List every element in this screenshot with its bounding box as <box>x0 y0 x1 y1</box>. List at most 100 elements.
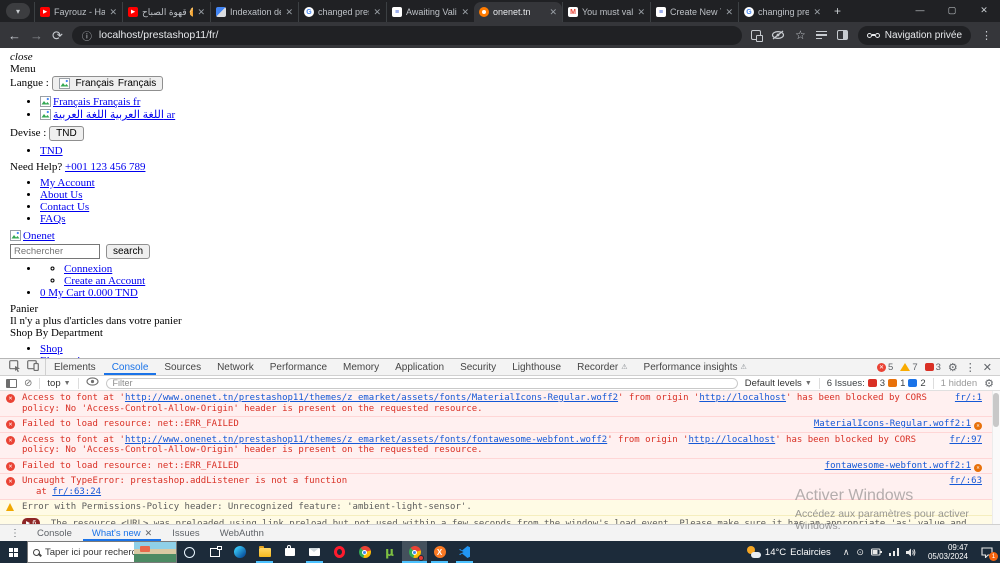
device-toolbar-icon[interactable] <box>27 360 39 374</box>
source-link[interactable]: fr/:97 <box>949 435 982 446</box>
currency-selector-button[interactable]: TND <box>49 126 84 141</box>
drawer-tab-webauthn[interactable]: WebAuthn <box>211 525 273 541</box>
address-bar[interactable]: ⓘ localhost/prestashop11/fr/ <box>71 25 742 45</box>
browser-tab-6-active[interactable]: onenet.tn ✕ <box>474 2 562 22</box>
cortana-button[interactable] <box>177 541 202 563</box>
nav-link-my-account[interactable]: My Account <box>40 177 95 189</box>
source-link[interactable]: fontawesome-webfont.woff2:1 <box>825 461 971 471</box>
drawer-tab-whats-new[interactable]: What's new ✕ <box>83 525 161 541</box>
browser-tab-5[interactable]: ≡ Awaiting Validation - ✕ <box>386 2 474 22</box>
browser-tab-8[interactable]: ≡ Create New Topic - P ✕ <box>650 2 738 22</box>
source-link[interactable]: fr/:63 <box>949 476 982 487</box>
nav-link-faqs[interactable]: FAQs <box>40 213 65 225</box>
site-info-icon[interactable]: ⓘ <box>82 28 92 43</box>
source-link[interactable]: MaterialIcons-Regular.woff2:1 <box>814 419 971 429</box>
hidden-icons-chevron[interactable]: ∧ <box>843 547 850 558</box>
browser-tab-7[interactable]: M You must validate yo ✕ <box>562 2 650 22</box>
eye-off-icon[interactable] <box>771 30 785 40</box>
tab-close-icon[interactable]: ✕ <box>109 7 117 18</box>
browser-tab-1[interactable]: ▶ Fayrouz - Habaitak B ✕ <box>34 2 122 22</box>
issues-summary[interactable]: 6 Issues: 3 1 2 <box>827 378 926 389</box>
side-panel-icon[interactable] <box>836 30 848 40</box>
search-button[interactable]: search <box>106 244 151 259</box>
console-sidebar-icon[interactable] <box>6 378 17 388</box>
stack-link[interactable]: fr/:63:24 <box>52 487 101 497</box>
logo-link[interactable]: Onenet <box>10 230 55 242</box>
opera-button[interactable] <box>327 541 352 563</box>
search-highlight-image[interactable] <box>134 542 176 562</box>
devtools-close-icon[interactable]: ✕ <box>983 361 992 374</box>
console-settings-icon[interactable]: ⚙ <box>984 377 994 390</box>
devtools-settings-icon[interactable]: ⚙ <box>948 361 958 374</box>
group-count-badge[interactable]: ▶ 6 <box>22 517 41 524</box>
connexion-link[interactable]: Connexion <box>64 263 112 275</box>
start-button[interactable] <box>0 541 27 563</box>
drawer-tab-issues[interactable]: Issues <box>163 525 208 541</box>
tab-search-button[interactable]: ▾ <box>6 3 30 19</box>
browser-tab-2[interactable]: ▶ قهوة الصباح 🥐❤🎧 ✕ <box>122 2 210 22</box>
devtools-tab-memory[interactable]: Memory <box>335 359 387 375</box>
devtools-tab-sources[interactable]: Sources <box>156 359 209 375</box>
tab-close-icon[interactable]: ✕ <box>813 7 821 18</box>
devtools-tab-recorder[interactable]: Recorder ⚠ <box>569 359 635 375</box>
browser-menu-icon[interactable]: ⋮ <box>981 29 992 42</box>
tab-close-icon[interactable]: ✕ <box>285 7 293 18</box>
inspect-element-icon[interactable] <box>9 359 21 375</box>
language-selector-button[interactable]: Français Français <box>51 76 164 91</box>
volume-icon[interactable] <box>905 548 916 557</box>
context-selector[interactable]: top ▼ <box>47 378 70 389</box>
tab-close-icon[interactable]: ✕ <box>637 7 645 18</box>
devtools-menu-icon[interactable]: ⋮ <box>965 361 976 374</box>
browser-tab-3[interactable]: Indexation des pages ✕ <box>210 2 298 22</box>
taskbar-search[interactable]: Taper ici pour rechercher <box>27 541 177 563</box>
microsoft-store-button[interactable] <box>277 541 302 563</box>
taskbar-clock[interactable]: 09:47 05/03/2024 <box>922 541 974 563</box>
network-icon[interactable] <box>888 548 899 556</box>
xampp-button[interactable]: X <box>427 541 452 563</box>
error-count[interactable]: ✕ 5 <box>877 362 893 373</box>
source-link[interactable]: fr/:1 <box>955 393 982 404</box>
bookmark-star-icon[interactable]: ☆ <box>795 28 806 42</box>
mail-button[interactable] <box>302 541 327 563</box>
edge-button[interactable] <box>227 541 252 563</box>
nav-link-contact-us[interactable]: Contact Us <box>40 201 89 213</box>
reload-icon[interactable]: ⟳ <box>52 29 63 42</box>
clear-console-icon[interactable]: ⊘ <box>24 378 32 389</box>
nav-link-about-us[interactable]: About Us <box>40 189 82 201</box>
issues-count[interactable]: 3 <box>924 362 941 373</box>
chrome-incognito-active-button[interactable] <box>402 541 427 563</box>
tab-close-icon[interactable]: ✕ <box>197 7 205 18</box>
close-window-button[interactable]: ✕ <box>968 0 1000 20</box>
tab-close-icon[interactable]: ✕ <box>461 7 469 18</box>
minimize-button[interactable]: — <box>904 0 936 20</box>
battery-icon[interactable] <box>870 548 882 556</box>
console-scrollbar[interactable] <box>992 391 1000 524</box>
task-view-button[interactable] <box>202 541 227 563</box>
browser-tab-4[interactable]: G changed prestashop - ✕ <box>298 2 386 22</box>
devtools-tab-elements[interactable]: Elements <box>46 359 104 375</box>
close-icon[interactable]: ✕ <box>145 528 153 539</box>
cart-link[interactable]: 0 My Cart 0.000 TND <box>40 287 138 299</box>
language-option-fr[interactable]: Français Français fr <box>40 96 140 108</box>
action-center-button[interactable]: 1 <box>974 541 1000 563</box>
scrollbar-thumb[interactable] <box>993 393 999 427</box>
font-url-link[interactable]: http://www.onenet.tn/prestashop11/themes… <box>125 435 607 445</box>
log-levels-selector[interactable]: Default levels ▼ <box>745 378 812 389</box>
warning-count[interactable]: 7 <box>900 362 918 373</box>
translate-icon[interactable] <box>750 30 763 42</box>
new-tab-button[interactable]: + <box>826 4 849 18</box>
vscode-button[interactable] <box>452 541 477 563</box>
utorrent-button[interactable]: µ <box>377 541 402 563</box>
tab-close-icon[interactable]: ✕ <box>725 7 733 18</box>
language-option-ar[interactable]: اللغة العربية اللغة العربية ar <box>40 109 175 121</box>
file-explorer-button[interactable] <box>252 541 277 563</box>
devtools-tab-security[interactable]: Security <box>452 359 504 375</box>
devtools-tab-lighthouse[interactable]: Lighthouse <box>504 359 569 375</box>
devtools-tab-network[interactable]: Network <box>209 359 262 375</box>
search-input[interactable] <box>10 244 100 259</box>
reading-list-icon[interactable] <box>815 30 827 40</box>
incognito-badge[interactable]: Navigation privée <box>857 25 971 45</box>
devtools-tab-performance[interactable]: Performance <box>262 359 335 375</box>
forward-icon[interactable]: → <box>30 29 43 42</box>
tab-close-icon[interactable]: ✕ <box>549 7 557 18</box>
